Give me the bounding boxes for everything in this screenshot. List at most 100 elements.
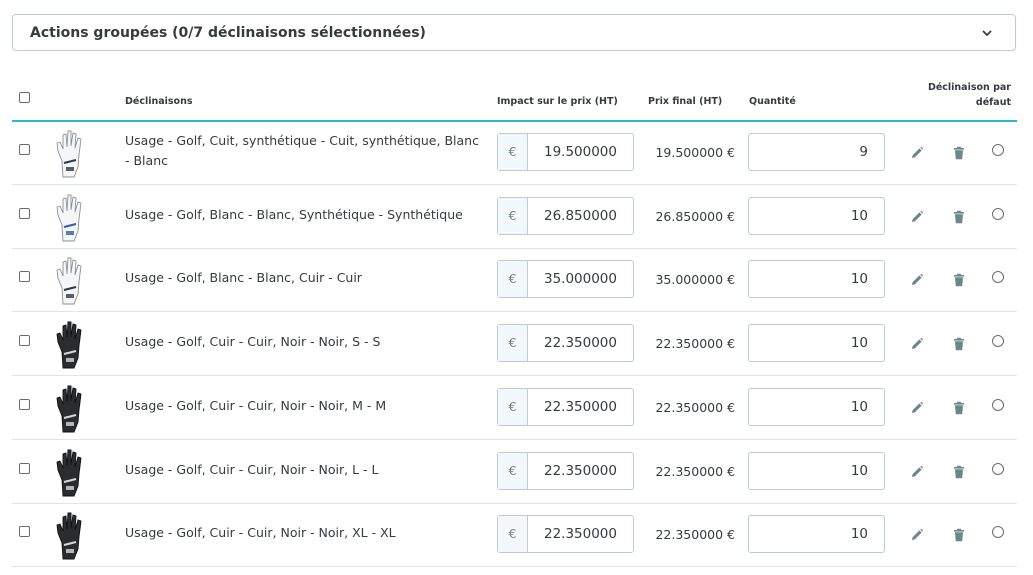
quantity-input[interactable]: 9 (748, 133, 885, 171)
quantity-input[interactable]: 10 (748, 324, 885, 362)
quantity-input[interactable]: 10 (748, 260, 885, 298)
product-thumbnail (54, 318, 86, 370)
default-combination-radio[interactable] (992, 271, 1004, 283)
table-row: Usage - Golf, Cuir - Cuir, Noir - Noir, … (0, 376, 1033, 439)
final-price: 22.350000 € (655, 464, 735, 479)
default-combination-radio[interactable] (992, 399, 1004, 411)
bulk-actions-title: Actions groupées (0/7 déclinaisons sélec… (30, 25, 426, 41)
edit-icon[interactable] (910, 272, 924, 286)
edit-icon[interactable] (910, 336, 924, 350)
row-divider (12, 566, 1017, 567)
header-final-price: Prix final (HT) (648, 96, 723, 107)
row-checkbox[interactable] (19, 399, 30, 410)
price-impact-value: 22.350000 (543, 463, 617, 479)
default-combination-radio[interactable] (992, 526, 1004, 538)
product-thumbnail (54, 446, 86, 498)
select-all-checkbox[interactable] (19, 92, 30, 103)
delete-icon[interactable] (952, 145, 966, 160)
currency-addon: € (498, 453, 528, 489)
price-impact-value: 26.850000 (543, 208, 617, 224)
quantity-input[interactable]: 10 (748, 452, 885, 490)
combination-name: Usage - Golf, Cuir - Cuir, Noir - Noir, … (125, 334, 381, 349)
final-price: 22.350000 € (655, 336, 735, 351)
default-combination-radio[interactable] (992, 144, 1004, 156)
edit-icon[interactable] (910, 527, 924, 541)
combination-name: Usage - Golf, Cuir - Cuir, Noir - Noir, … (125, 525, 396, 540)
combination-name: Usage - Golf, Blanc - Blanc, Cuir - Cuir (125, 270, 362, 285)
delete-icon[interactable] (952, 336, 966, 351)
header-default-line2: défaut (975, 97, 1011, 108)
table-row: Usage - Golf, Cuir - Cuir, Noir - Noir, … (0, 503, 1033, 566)
currency-addon: € (498, 134, 528, 170)
quantity-input[interactable]: 10 (748, 515, 885, 553)
header-quantity: Quantité (749, 96, 796, 107)
row-checkbox[interactable] (19, 526, 30, 537)
row-checkbox[interactable] (19, 271, 30, 282)
table-row: Usage - Golf, Cuir - Cuir, Noir - Noir, … (0, 440, 1033, 503)
price-impact-value: 22.350000 (543, 526, 617, 542)
product-thumbnail (54, 127, 86, 179)
combination-name: Usage - Golf, Cuit, synthétique - Cuit, … (125, 133, 479, 168)
final-price: 22.350000 € (655, 527, 735, 542)
combination-name: Usage - Golf, Cuir - Cuir, Noir - Noir, … (125, 462, 379, 477)
quantity-value: 10 (850, 399, 868, 415)
quantity-value: 9 (859, 144, 868, 160)
header-default-line1: Déclinaison par (927, 82, 1011, 93)
bulk-actions-dropdown[interactable]: Actions groupées (0/7 déclinaisons sélec… (12, 14, 1016, 51)
quantity-input[interactable]: 10 (748, 197, 885, 235)
table-row: Usage - Golf, Cuit, synthétique - Cuit, … (0, 121, 1033, 184)
price-impact-input[interactable]: €22.350000 (497, 452, 634, 490)
table-row: Usage - Golf, Blanc - Blanc, Synthétique… (0, 185, 1033, 248)
table-row: Usage - Golf, Cuir - Cuir, Noir - Noir, … (0, 312, 1033, 375)
currency-addon: € (498, 261, 528, 297)
price-impact-input[interactable]: €26.850000 (497, 197, 634, 235)
quantity-value: 10 (850, 335, 868, 351)
price-impact-value: 22.350000 (543, 335, 617, 351)
price-impact-input[interactable]: €22.350000 (497, 388, 634, 426)
final-price: 35.000000 € (655, 272, 735, 287)
default-combination-radio[interactable] (992, 208, 1004, 220)
row-checkbox[interactable] (19, 463, 30, 474)
edit-icon[interactable] (910, 400, 924, 414)
default-combination-radio[interactable] (992, 335, 1004, 347)
header-impact: Impact sur le prix (HT) (497, 96, 618, 107)
edit-icon[interactable] (910, 209, 924, 223)
quantity-value: 10 (850, 208, 868, 224)
currency-addon: € (498, 198, 528, 234)
price-impact-input[interactable]: €22.350000 (497, 324, 634, 362)
price-impact-value: 22.350000 (543, 399, 617, 415)
price-impact-value: 19.500000 (543, 144, 617, 160)
default-combination-radio[interactable] (992, 463, 1004, 475)
header-default: Déclinaison par défaut (921, 80, 1011, 110)
delete-icon[interactable] (952, 209, 966, 224)
row-checkbox[interactable] (19, 144, 30, 155)
row-checkbox[interactable] (19, 208, 30, 219)
price-impact-value: 35.000000 (543, 271, 617, 287)
delete-icon[interactable] (952, 464, 966, 479)
product-thumbnail (54, 254, 86, 306)
delete-icon[interactable] (952, 272, 966, 287)
edit-icon[interactable] (910, 464, 924, 478)
final-price: 26.850000 € (655, 209, 735, 224)
currency-addon: € (498, 516, 528, 552)
final-price: 22.350000 € (655, 400, 735, 415)
quantity-value: 10 (850, 526, 868, 542)
price-impact-input[interactable]: €22.350000 (497, 515, 634, 553)
chevron-down-icon (982, 30, 992, 37)
delete-icon[interactable] (952, 527, 966, 542)
currency-addon: € (498, 389, 528, 425)
quantity-value: 10 (850, 463, 868, 479)
price-impact-input[interactable]: €19.500000 (497, 133, 634, 171)
quantity-input[interactable]: 10 (748, 388, 885, 426)
product-thumbnail (54, 191, 86, 243)
table-row: Usage - Golf, Blanc - Blanc, Cuir - Cuir… (0, 248, 1033, 311)
product-thumbnail (54, 382, 86, 434)
row-checkbox[interactable] (19, 335, 30, 346)
quantity-value: 10 (850, 271, 868, 287)
combination-name: Usage - Golf, Blanc - Blanc, Synthétique… (125, 207, 463, 222)
edit-icon[interactable] (910, 145, 924, 159)
combination-name: Usage - Golf, Cuir - Cuir, Noir - Noir, … (125, 398, 387, 413)
product-thumbnail (54, 509, 86, 561)
delete-icon[interactable] (952, 400, 966, 415)
price-impact-input[interactable]: €35.000000 (497, 260, 634, 298)
